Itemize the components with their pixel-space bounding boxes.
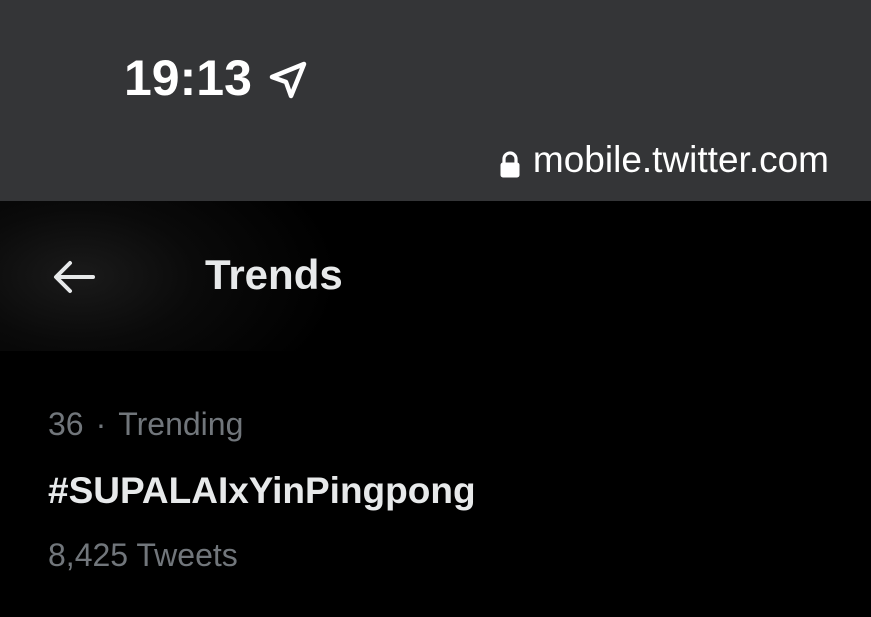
url-text: mobile.twitter.com bbox=[532, 139, 829, 180]
trend-item[interactable]: 36 · Trending #SUPALAIxYinPingpong 8,425 T… bbox=[0, 406, 871, 596]
page-header: Trends bbox=[0, 201, 871, 351]
clock: 19:13 bbox=[124, 48, 310, 108]
trend-meta: 36 · Trending bbox=[48, 406, 243, 443]
trend-rank: 36 bbox=[48, 406, 84, 442]
location-arrow-icon bbox=[266, 56, 310, 100]
main-content: Trends 36 · Trending #SUPALAIxYinPingpong … bbox=[0, 201, 871, 617]
page-title: Trends bbox=[205, 251, 343, 298]
trend-category: Trending bbox=[118, 406, 244, 442]
trend-separator: · bbox=[95, 406, 107, 442]
lock-icon bbox=[499, 146, 521, 178]
trend-tweet-count: 8,425 Tweets bbox=[48, 537, 238, 573]
trend-name: #SUPALAIxYinPingpong bbox=[48, 470, 476, 511]
status-bar: 19:13 mobile.twitter.com bbox=[0, 0, 871, 201]
url-bar[interactable]: mobile.twitter.com bbox=[499, 136, 829, 184]
clock-time: 19:13 bbox=[124, 50, 252, 106]
back-button[interactable] bbox=[40, 247, 108, 307]
arrow-left-icon bbox=[54, 261, 95, 293]
